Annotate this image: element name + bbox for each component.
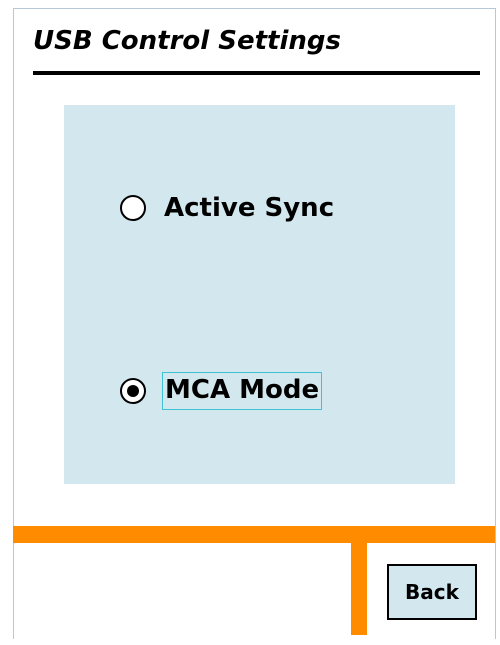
back-button[interactable]: Back	[387, 564, 477, 620]
option-active-sync[interactable]: Active Sync	[120, 193, 334, 223]
radio-selected-icon[interactable]	[120, 378, 146, 404]
options-panel	[64, 105, 455, 484]
radio-unselected-icon[interactable]	[120, 195, 146, 221]
option-label: Active Sync	[164, 193, 335, 223]
footer-divider-vertical	[351, 543, 367, 635]
page-title: USB Control Settings	[33, 26, 341, 56]
title-underline	[33, 71, 480, 75]
radio-dot	[127, 385, 139, 397]
option-mca-mode[interactable]: MCA Mode	[120, 372, 323, 410]
footer-divider-horizontal	[13, 526, 495, 543]
option-label-focused: MCA Mode	[162, 372, 323, 410]
